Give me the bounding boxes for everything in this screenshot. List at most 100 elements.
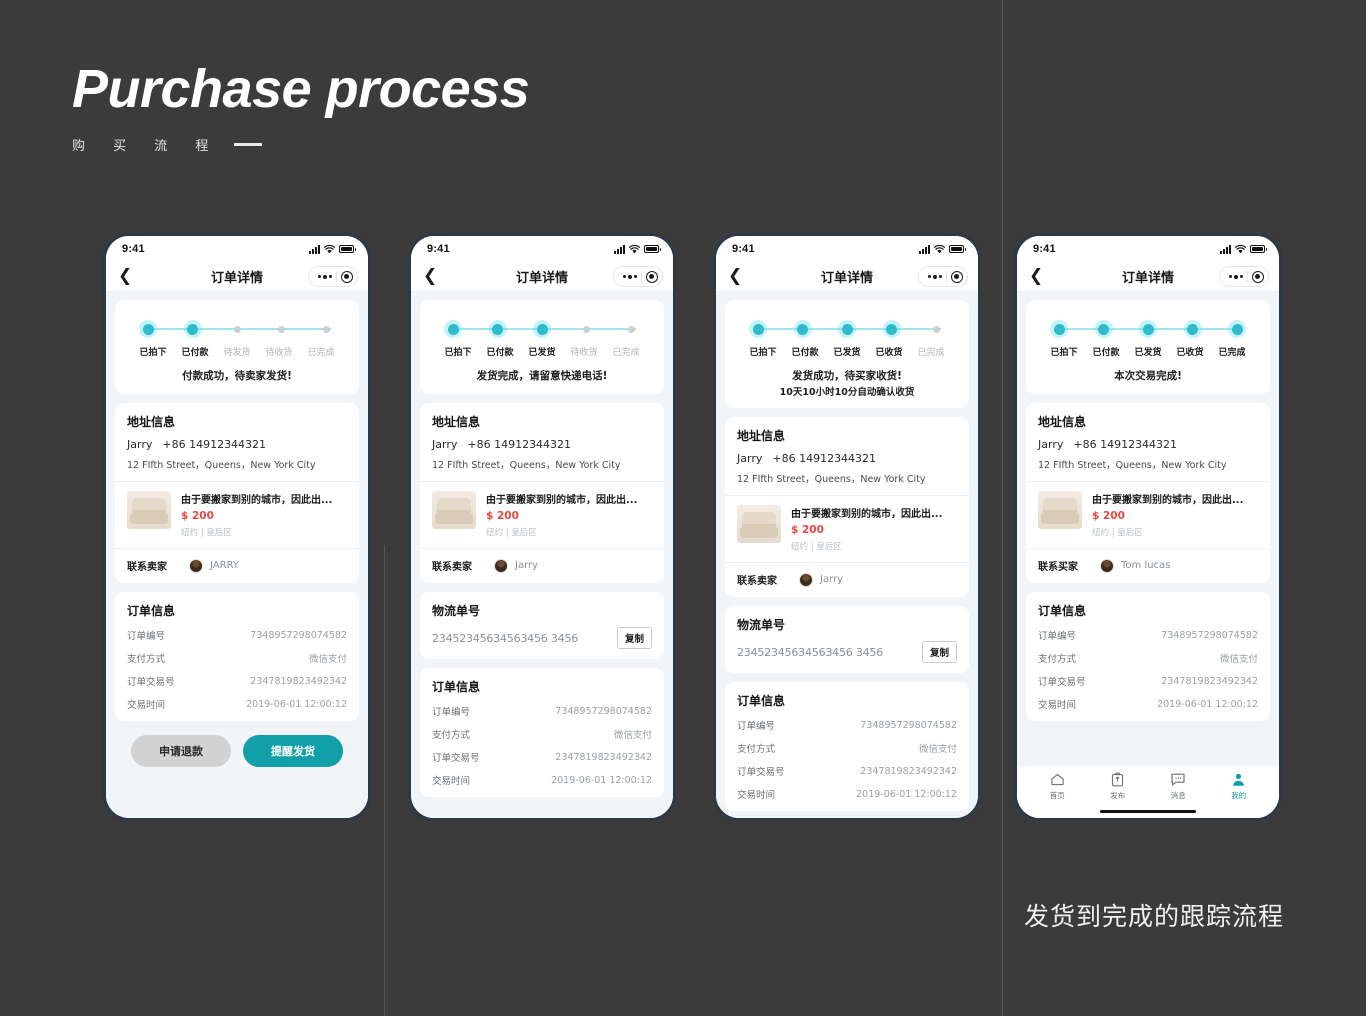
close-target-icon[interactable] [645,270,658,283]
contact-row[interactable]: 联系卖家 JARRY [127,558,347,573]
copy-button[interactable]: 复制 [921,641,957,664]
order-info-key-1: 订单编号 [737,721,776,733]
screen-content: 已拍下 已付款 待发货 待收货 已完成 付款成功，待卖家发货! 地址信息 Jarry +8… [106,292,368,818]
status-bar-time: 9:41 [1033,243,1056,255]
progress-dot-2 [1094,320,1113,338]
back-chevron-left-icon[interactable]: ❮ [423,268,437,285]
contact-row[interactable]: 联系卖家 Jarry [432,558,652,573]
product-thumbnail-armchair-icon [737,505,781,544]
progress-dot-2 [183,320,202,338]
bottom-caption: 发货到完成的跟踪流程 [1023,902,1284,931]
order-status-sub: 10天10小时10分自动确认收货 [779,387,915,399]
order-info-value-3: 2347819823492342 [860,765,957,777]
progress-dot-3 [1139,320,1157,338]
tab-首页[interactable]: 首页 [1027,772,1088,801]
progress-step-label-1: 已拍下 [749,348,777,358]
card-divider [1026,481,1270,483]
order-info-card: 订单信息 订单编号 7348957298074582 支付方式 微信支付 订单交… [115,592,359,722]
order-info-row: 支付方式 微信支付 [127,651,347,665]
order-status-message: 本次交易完成! [1114,370,1182,382]
wechat-capsule-menu[interactable] [918,266,968,287]
logistics-card: 物流单号 23452345634563456 3456 复制 [420,592,664,660]
close-target-icon[interactable] [340,270,353,283]
close-target-icon[interactable] [1251,270,1264,283]
background-divider-middle [384,545,385,1016]
remind-shipping-button[interactable]: 提醒发货 [243,735,343,768]
order-status-message: 发货成功，待买家收货! [792,370,902,382]
wifi-icon [934,244,945,253]
battery-icon [644,245,661,253]
avatar [189,558,203,573]
cellular-signal-icon [1220,244,1231,254]
order-info-key-3: 订单交易号 [127,677,175,689]
wifi-icon [324,244,335,253]
cellular-signal-icon [919,244,930,254]
address-card-title: 地址信息 [737,429,786,444]
cellular-signal-icon [614,244,625,254]
tab-消息[interactable]: 消息 [1148,772,1209,801]
more-dots-icon[interactable] [619,274,641,279]
status-bar-icons [614,244,661,254]
more-dots-icon[interactable] [924,274,946,279]
progress-step-label-3: 已发货 [528,348,556,358]
address-street: 12 FIfth Street，Queens，New York City [127,460,316,472]
product-price: $ 200 [1092,510,1125,523]
wechat-capsule-menu[interactable] [613,266,663,287]
wifi-icon [1235,244,1246,253]
order-status-message: 付款成功，待卖家发货! [182,370,292,382]
tab-发布[interactable]: 发布 [1088,772,1149,801]
tab-label-2: 发布 [1110,791,1126,800]
progress-dot-2 [488,320,507,338]
status-bar: 9:41 [411,236,673,262]
bottom-tab-bar[interactable]: 首页 发布 消息 我的 [1017,765,1279,805]
close-target-icon[interactable] [950,270,963,283]
wechat-capsule-menu[interactable] [1219,266,1269,287]
progress-step-label-1: 已拍下 [444,348,472,358]
more-dots-icon[interactable] [314,274,336,279]
contact-label: 联系卖家 [127,562,167,574]
order-status-message: 发货完成，请留意快递电话! [476,370,608,382]
tab-label-4: 我的 [1231,791,1247,800]
progress-dot-3 [228,320,246,338]
contact-row[interactable]: 联系卖家 Jarry [737,572,957,587]
order-info-value-4: 2019-06-01 12:00:12 [1157,698,1258,710]
back-chevron-left-icon[interactable]: ❮ [728,268,742,285]
product-row[interactable]: 由于要搬家到别的城市，因此出... $ 200 纽约 | 皇后区 [432,491,652,538]
background-divider-right [1002,0,1003,1016]
progress-step-label-3: 待发货 [223,348,251,358]
more-dots-icon[interactable] [1225,274,1247,279]
copy-button[interactable]: 复制 [616,627,652,650]
progress-step-labels: 已拍下 已付款 已发货 已收货 已完成 [741,345,953,358]
phone-screen: 9:41 ❮ 订单详情 已拍下 已付款 [716,236,978,818]
status-bar-icons [1220,244,1267,254]
phone-mockup-phone-2: 9:41 ❮ 订单详情 已拍下 已付款 已发货 待收货 已完成 发货完成，请留意… [408,233,676,821]
order-info-row: 订单交易号 2347819823492342 [127,674,347,689]
nav-bar: ❮ 订单详情 [716,262,978,292]
capsule-separator [335,271,337,282]
publish-clipboard-icon [1110,772,1125,787]
status-bar: 9:41 [1017,236,1279,262]
product-row[interactable]: 由于要搬家到别的城市，因此出... $ 200 纽约 | 皇后区 [1038,491,1258,538]
progress-dot-1 [139,320,157,338]
phone-mockup-phone-3: 9:41 ❮ 订单详情 已拍下 已付款 已发货 已收货 已完成 发货成功，待买家… [713,233,981,821]
status-bar-time: 9:41 [122,243,145,255]
request-refund-button[interactable]: 申请退款 [131,735,231,768]
product-row[interactable]: 由于要搬家到别的城市，因此出... $ 200 纽约 | 皇后区 [127,491,347,538]
address-card-title: 地址信息 [1038,415,1087,430]
order-info-key-3: 订单交易号 [737,767,785,779]
progress-dot-5 [927,320,945,338]
product-row[interactable]: 由于要搬家到别的城市，因此出... $ 200 纽约 | 皇后区 [737,505,957,552]
logistics-number: 23452345634563456 3456 [737,645,884,659]
wechat-capsule-menu[interactable] [308,266,358,287]
phone-mockup-phone-4: 9:41 ❮ 订单详情 已拍下 已付款 已发货 已收货 已完成 本次交易完成! … [1014,233,1282,821]
contact-label: 联系买家 [1038,562,1078,574]
contact-row[interactable]: 联系买家 Tom lucas [1038,558,1258,573]
contact-name: Tom lucas [1121,560,1171,572]
back-chevron-left-icon[interactable]: ❮ [1029,268,1043,285]
product-thumbnail-armchair-icon [1038,491,1082,530]
back-chevron-left-icon[interactable]: ❮ [118,268,132,285]
tab-我的[interactable]: 我的 [1209,772,1270,801]
message-bubble-icon [1170,772,1186,787]
order-info-value-3: 2347819823492342 [555,751,652,763]
phone-screen: 9:41 ❮ 订单详情 已拍下 已付款 [1017,236,1279,818]
